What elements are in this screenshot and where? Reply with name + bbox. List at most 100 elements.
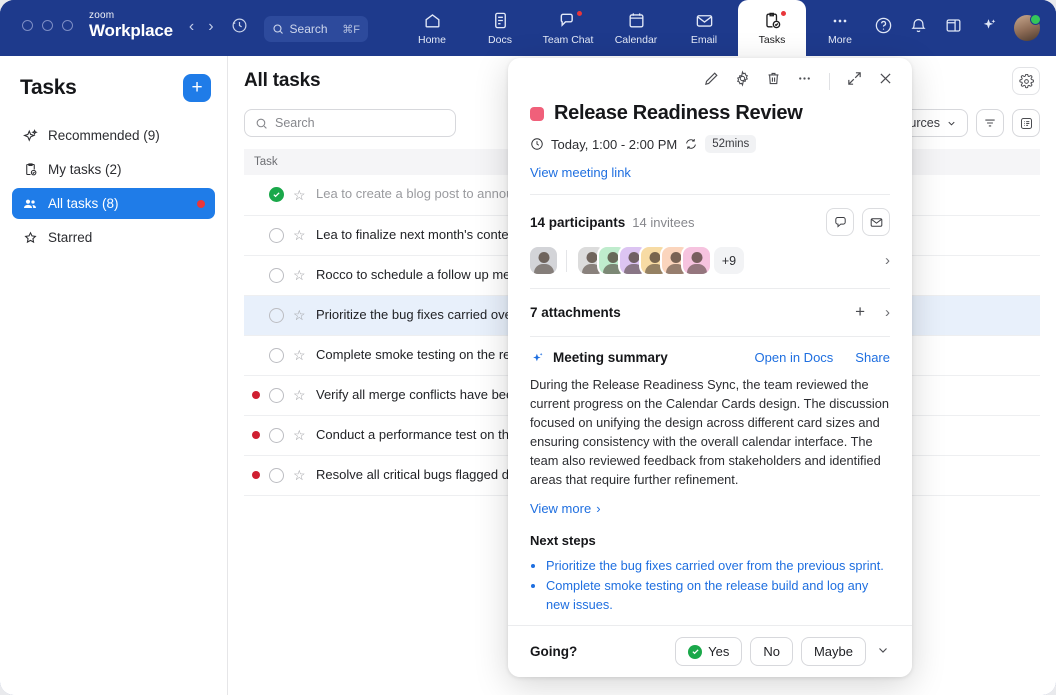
more-options-icon[interactable]	[796, 70, 813, 92]
rsvp-no-label: No	[763, 644, 780, 659]
star-icon[interactable]: ☆	[293, 468, 307, 482]
sidebar-item-my-tasks[interactable]: My tasks (2)	[12, 154, 215, 185]
meeting-time-row: Today, 1:00 - 2:00 PM 52mins	[530, 135, 890, 153]
history-icon[interactable]	[214, 0, 248, 39]
task-checkbox[interactable]	[269, 348, 284, 363]
view-layout-button[interactable]	[1012, 109, 1040, 137]
rsvp-chevron-down-icon[interactable]	[876, 643, 890, 660]
help-icon[interactable]	[874, 16, 893, 40]
attachments-chevron-icon[interactable]: ›	[885, 304, 890, 321]
star-icon[interactable]: ☆	[293, 388, 307, 402]
next-steps-list: Prioritize the bug fixes carried over fr…	[530, 557, 890, 615]
tab-home[interactable]: Home	[398, 0, 466, 56]
trash-icon[interactable]	[765, 70, 782, 92]
rsvp-no-button[interactable]: No	[750, 637, 793, 666]
tab-email[interactable]: Email	[670, 0, 738, 56]
bell-icon[interactable]	[909, 16, 928, 40]
task-checkbox[interactable]	[269, 308, 284, 323]
sidebar-item-starred[interactable]: Starred	[12, 222, 215, 253]
panel-icon[interactable]	[944, 16, 963, 40]
minimize-window-button[interactable]	[42, 20, 53, 31]
view-more-row[interactable]: View more ›	[530, 501, 890, 516]
task-checkbox[interactable]	[269, 428, 284, 443]
rsvp-yes-button[interactable]: Yes	[675, 637, 742, 666]
sidebar-item-all-tasks[interactable]: All tasks (8)	[12, 188, 215, 219]
gear-icon[interactable]	[734, 70, 751, 92]
task-checkbox[interactable]	[269, 468, 284, 483]
sidebar-item-recommended[interactable]: Recommended (9)	[12, 120, 215, 151]
attachments-section: 7 attachments + ›	[530, 288, 890, 322]
rsvp-maybe-button[interactable]: Maybe	[801, 637, 866, 666]
app-window: zoom Workplace ‹ › Search ⌘F	[0, 0, 1056, 695]
star-icon[interactable]: ☆	[293, 268, 307, 282]
view-more-chevron-icon[interactable]: ›	[596, 501, 600, 516]
window-controls[interactable]	[0, 0, 73, 31]
star-icon[interactable]: ☆	[293, 228, 307, 242]
star-icon[interactable]: ☆	[293, 428, 307, 442]
chat-bubble-icon	[833, 215, 848, 230]
tab-tasks[interactable]: Tasks	[738, 0, 806, 56]
participant-avatars[interactable]: +9 ›	[530, 247, 890, 274]
tab-email-label: Email	[691, 34, 717, 46]
next-steps-title: Next steps	[530, 533, 890, 548]
brand-logo: zoom Workplace	[73, 0, 173, 39]
page-title: All tasks	[244, 70, 320, 92]
add-task-button[interactable]: +	[183, 74, 211, 102]
sidebar-title: Tasks	[20, 76, 77, 100]
task-checkbox[interactable]	[269, 228, 284, 243]
task-checkbox[interactable]	[269, 388, 284, 403]
participants-header: 14 participants 14 invitees	[530, 208, 890, 236]
task-search-input[interactable]: Search	[244, 109, 456, 137]
sidebar: Tasks + Recommended (9)	[0, 56, 228, 695]
envelope-icon	[869, 215, 884, 230]
user-avatar[interactable]	[1014, 15, 1040, 41]
panel-toolbar	[508, 58, 912, 94]
email-participants-button[interactable]	[862, 208, 890, 236]
star-icon[interactable]: ☆	[293, 188, 307, 202]
settings-button[interactable]	[1012, 67, 1040, 95]
chat-participants-button[interactable]	[826, 208, 854, 236]
participants-chevron-icon[interactable]: ›	[885, 252, 890, 269]
app-titlebar: zoom Workplace ‹ › Search ⌘F	[0, 0, 1056, 56]
task-checkbox[interactable]	[269, 268, 284, 283]
people-icon	[22, 196, 38, 212]
list-item[interactable]: Prioritize the bug fixes carried over fr…	[546, 557, 890, 576]
filter-icon	[983, 116, 997, 130]
unread-dot	[197, 200, 205, 208]
avatar-overflow-count[interactable]: +9	[714, 247, 744, 274]
edit-pencil-icon[interactable]	[703, 70, 720, 92]
sidebar-item-recommended-label: Recommended (9)	[48, 128, 160, 143]
tab-calendar[interactable]: Calendar	[602, 0, 670, 56]
list-item[interactable]: Complete smoke testing on the release bu…	[546, 577, 890, 615]
nav-arrows: ‹ ›	[173, 0, 214, 36]
close-icon[interactable]	[877, 70, 894, 92]
task-checkbox[interactable]	[269, 187, 284, 202]
star-icon[interactable]: ☆	[293, 308, 307, 322]
rsvp-footer: Going? Yes No Maybe	[508, 625, 912, 677]
priority-dot	[252, 471, 260, 479]
star-icon	[22, 230, 38, 245]
tab-team-chat[interactable]: Team Chat	[534, 0, 602, 56]
close-window-button[interactable]	[22, 20, 33, 31]
tab-more[interactable]: More	[806, 0, 874, 56]
priority-dot	[252, 191, 260, 199]
expand-icon[interactable]	[846, 70, 863, 92]
share-link[interactable]: Share	[855, 350, 890, 365]
tab-docs[interactable]: Docs	[466, 0, 534, 56]
back-arrow-icon[interactable]: ‹	[189, 18, 194, 36]
tab-docs-label: Docs	[488, 34, 512, 46]
maximize-window-button[interactable]	[62, 20, 73, 31]
filter-button[interactable]	[976, 109, 1004, 137]
clock-icon	[530, 137, 544, 151]
tab-calendar-label: Calendar	[615, 34, 658, 46]
rsvp-prompt: Going?	[530, 644, 577, 659]
search-input[interactable]: Search ⌘F	[264, 16, 368, 42]
more-icon	[830, 11, 850, 31]
add-attachment-icon[interactable]: +	[855, 302, 865, 322]
view-more-link[interactable]: View more	[530, 501, 591, 516]
panel-content: Release Readiness Review Today, 1:00 - 2…	[508, 94, 912, 625]
ai-sparkle-icon[interactable]	[979, 16, 998, 40]
open-in-docs-link[interactable]: Open in Docs	[755, 350, 834, 365]
star-icon[interactable]: ☆	[293, 348, 307, 362]
view-meeting-link[interactable]: View meeting link	[530, 165, 890, 180]
